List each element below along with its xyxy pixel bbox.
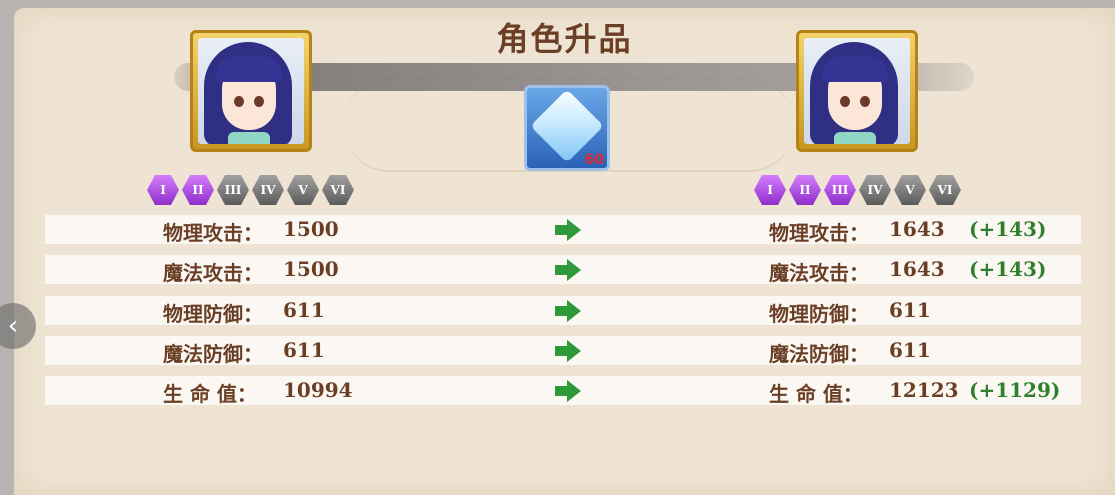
rank-badges-before: I II III IV V VI: [147, 174, 354, 206]
arrow-right-icon: [555, 340, 581, 362]
stat-value-after: 611: [889, 338, 931, 362]
arrow-right-icon: [555, 380, 581, 402]
stat-label: 物理防御：: [163, 302, 263, 326]
chevron-left-icon: ‹: [7, 311, 19, 341]
rank-badge: IV: [859, 174, 891, 206]
upgrade-material-item[interactable]: 60: [524, 85, 610, 171]
stat-label-after: 魔法攻击：: [769, 261, 869, 285]
rank-badge: II: [182, 174, 214, 206]
stat-label: 生 命 值：: [163, 382, 257, 406]
rank-badge: III: [824, 174, 856, 206]
stat-row-magic-defense: 魔法防御： 611 魔法防御： 611: [45, 336, 1081, 366]
rank-badges-after: I II III IV V VI: [754, 174, 961, 206]
rank-badge: V: [894, 174, 926, 206]
stat-row-hp: 生 命 值： 10994 生 命 值： 12123 (+1129): [45, 376, 1081, 406]
character-avatar: [198, 38, 304, 144]
rank-badge: VI: [322, 174, 354, 206]
stat-bonus: (+143): [969, 257, 1047, 281]
stat-value-before: 10994: [283, 378, 353, 402]
arrow-right-icon: [555, 219, 581, 241]
rank-badge: II: [789, 174, 821, 206]
stat-row-phys-defense: 物理防御： 611 物理防御： 611: [45, 296, 1081, 326]
upgrade-panel: 角色升品 I II III IV V VI I II III IV V VI 6…: [14, 8, 1115, 495]
stat-row-phys-attack: 物理攻击： 1500 物理攻击： 1643 (+143): [45, 215, 1081, 245]
stat-bonus: (+143): [969, 217, 1047, 241]
stat-label-after: 生 命 值：: [769, 382, 863, 406]
material-count: 60: [584, 152, 604, 168]
stat-label-after: 物理攻击：: [769, 221, 869, 245]
stat-label: 魔法防御：: [163, 342, 263, 366]
stat-value-before: 1500: [283, 217, 339, 241]
arrow-right-icon: [555, 259, 581, 281]
stat-value-after: 12123: [889, 378, 959, 402]
stat-value-after: 1643: [889, 257, 945, 281]
rank-badge: I: [754, 174, 786, 206]
page-title: 角色升品: [496, 20, 633, 58]
arrow-right-icon: [555, 300, 581, 322]
stat-bonus: (+1129): [969, 378, 1061, 402]
character-portrait-after[interactable]: [796, 30, 918, 152]
stat-value-after: 611: [889, 298, 931, 322]
character-portrait-before[interactable]: [190, 30, 312, 152]
stat-label-after: 魔法防御：: [769, 342, 869, 366]
rank-badge: I: [147, 174, 179, 206]
rank-badge: III: [217, 174, 249, 206]
rank-badge: IV: [252, 174, 284, 206]
character-avatar: [804, 38, 910, 144]
stat-value-after: 1643: [889, 217, 945, 241]
rank-badge: V: [287, 174, 319, 206]
stat-label: 物理攻击：: [163, 221, 263, 245]
stat-label: 魔法攻击：: [163, 261, 263, 285]
stat-value-before: 1500: [283, 257, 339, 281]
stat-value-before: 611: [283, 338, 325, 362]
stat-value-before: 611: [283, 298, 325, 322]
stat-row-magic-attack: 魔法攻击： 1500 魔法攻击： 1643 (+143): [45, 255, 1081, 285]
stat-label-after: 物理防御：: [769, 302, 869, 326]
rank-badge: VI: [929, 174, 961, 206]
